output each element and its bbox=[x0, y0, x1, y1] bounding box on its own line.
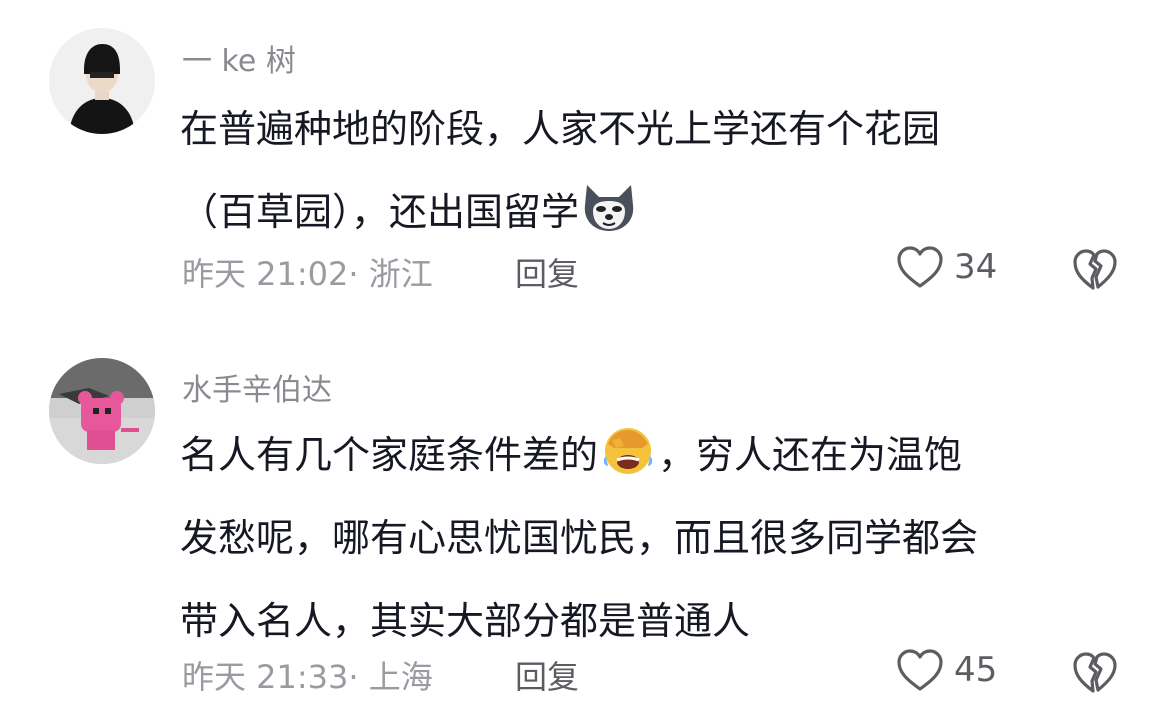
reply-button[interactable]: 回复 bbox=[515, 652, 579, 698]
avatar-image bbox=[49, 358, 155, 464]
facepalm-laugh-icon bbox=[598, 422, 658, 474]
avatar[interactable] bbox=[49, 358, 155, 464]
username[interactable]: 水手辛伯达 bbox=[182, 365, 332, 409]
time-location: 昨天 21:33· 上海 bbox=[182, 658, 433, 696]
comment-item: 水手辛伯达 名人有几个家庭条件差的 ，穷人还在为温饱 发愁呢，哪有心思忧国忧民，… bbox=[0, 0, 1169, 727]
heart-icon bbox=[897, 649, 943, 691]
comment-line-text: 名人有几个家庭条件差的 bbox=[180, 433, 599, 477]
comment-line: 发愁呢，哪有心思忧国忧民，而且很多同学都会 bbox=[180, 516, 979, 560]
comment-line-text: ，穷人还在为温饱 bbox=[658, 433, 963, 477]
comment-text: 名人有几个家庭条件差的 ，穷人还在为温饱 发愁呢，哪有心思忧国忧民，而且很多同学… bbox=[180, 414, 1140, 663]
broken-heart-icon bbox=[1073, 652, 1117, 693]
dislike-button[interactable] bbox=[1072, 650, 1118, 694]
comment-line: 名人有几个家庭条件差的 ，穷人还在为温饱 bbox=[180, 414, 1140, 497]
like-count: 45 bbox=[954, 650, 998, 690]
like-button[interactable]: 45 bbox=[896, 648, 997, 692]
